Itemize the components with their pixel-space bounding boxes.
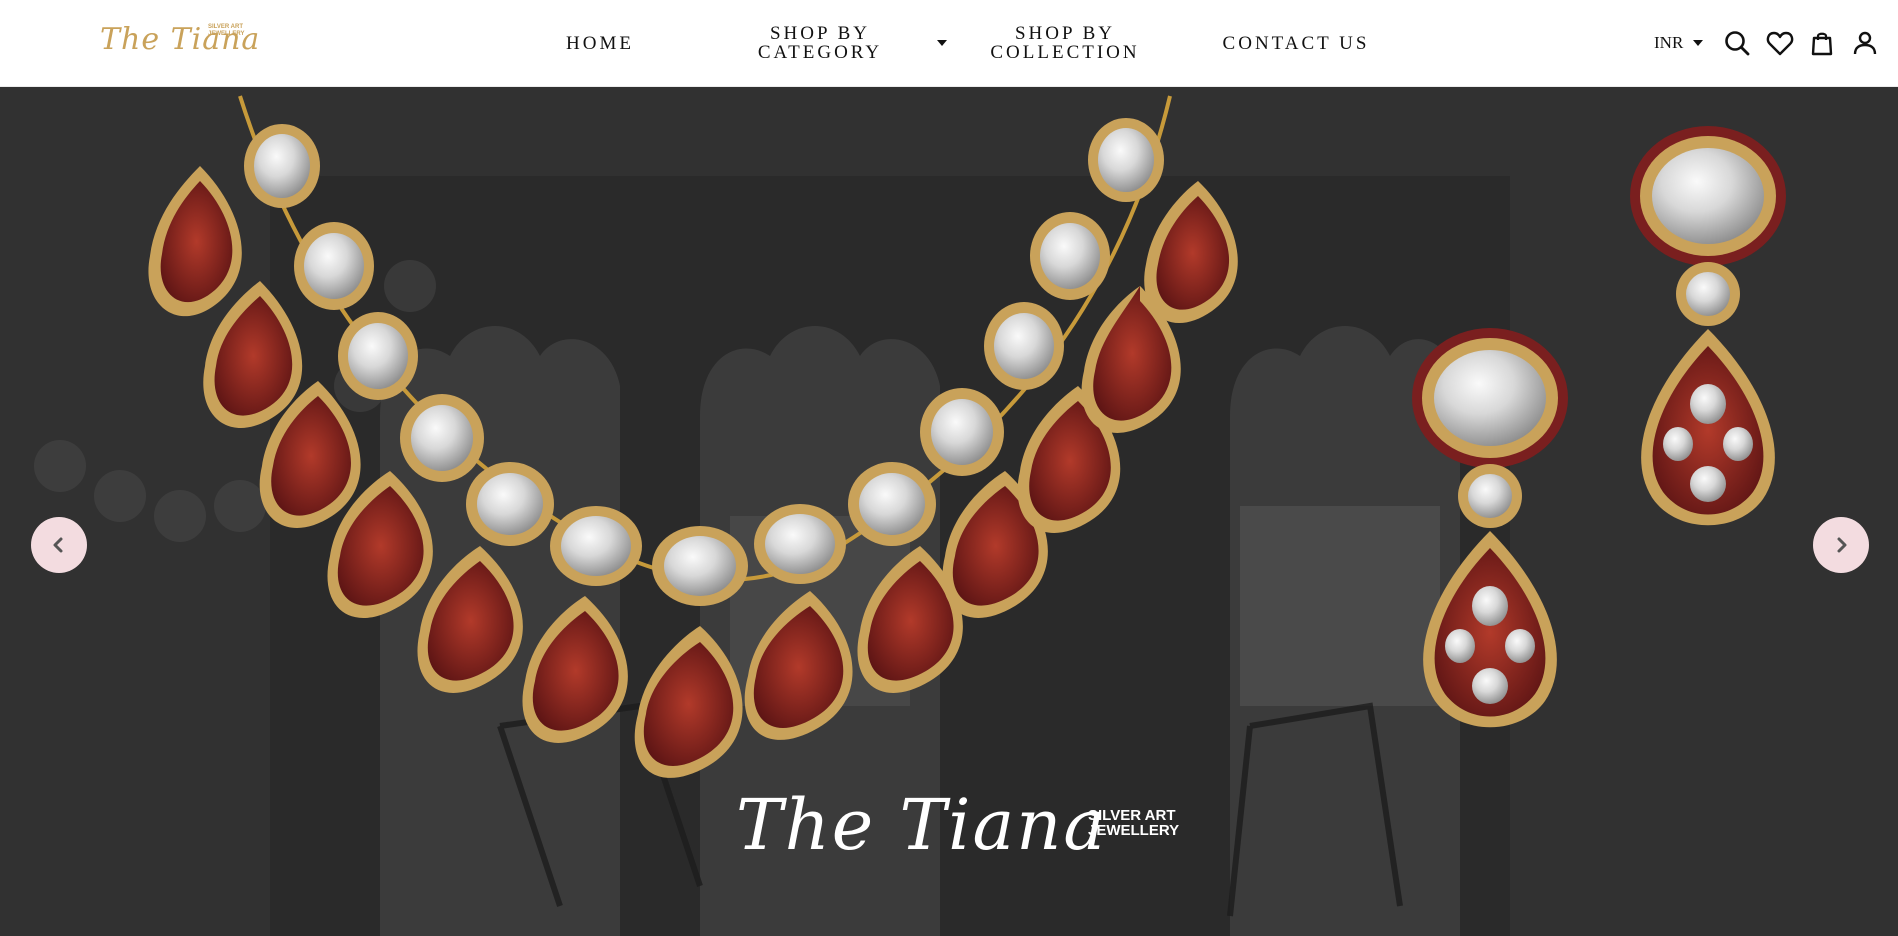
site-header: The Tiana SILVER ART JEWELLERY HOME SHOP… — [0, 0, 1898, 87]
heart-icon[interactable] — [1765, 28, 1795, 58]
nav-shop-by-collection[interactable]: SHOP BY COLLECTION — [978, 0, 1152, 86]
currency-value: INR — [1654, 33, 1684, 52]
hero-brand-script: The Tiana — [736, 784, 1108, 866]
chevron-right-icon — [1837, 537, 1847, 553]
chevron-down-icon[interactable] — [937, 40, 947, 46]
hero-banner: The Tiana SILVER ART JEWELLERY — [0, 86, 1898, 936]
logo[interactable]: The Tiana SILVER ART JEWELLERY — [100, 18, 259, 64]
bag-icon[interactable] — [1807, 28, 1837, 58]
nav-contact-us[interactable]: CONTACT US — [1210, 0, 1382, 86]
currency-select[interactable]: INR — [1654, 30, 1704, 56]
carousel-next-button[interactable] — [1813, 517, 1869, 573]
hero-brand-logo: The Tiana SILVER ART JEWELLERY — [736, 784, 1179, 894]
hero-brand-tagline: SILVER ART JEWELLERY — [1088, 807, 1180, 839]
user-icon[interactable] — [1850, 28, 1880, 58]
carousel-prev-button[interactable] — [31, 517, 87, 573]
nav-home[interactable]: HOME — [540, 0, 660, 86]
nav-shop-by-category[interactable]: SHOP BY CATEGORY — [738, 0, 902, 86]
logo-tagline: SILVER ART JEWELLERY — [208, 24, 245, 37]
chevron-left-icon — [53, 537, 63, 553]
chevron-down-icon — [1693, 40, 1704, 46]
search-icon[interactable] — [1722, 28, 1752, 58]
